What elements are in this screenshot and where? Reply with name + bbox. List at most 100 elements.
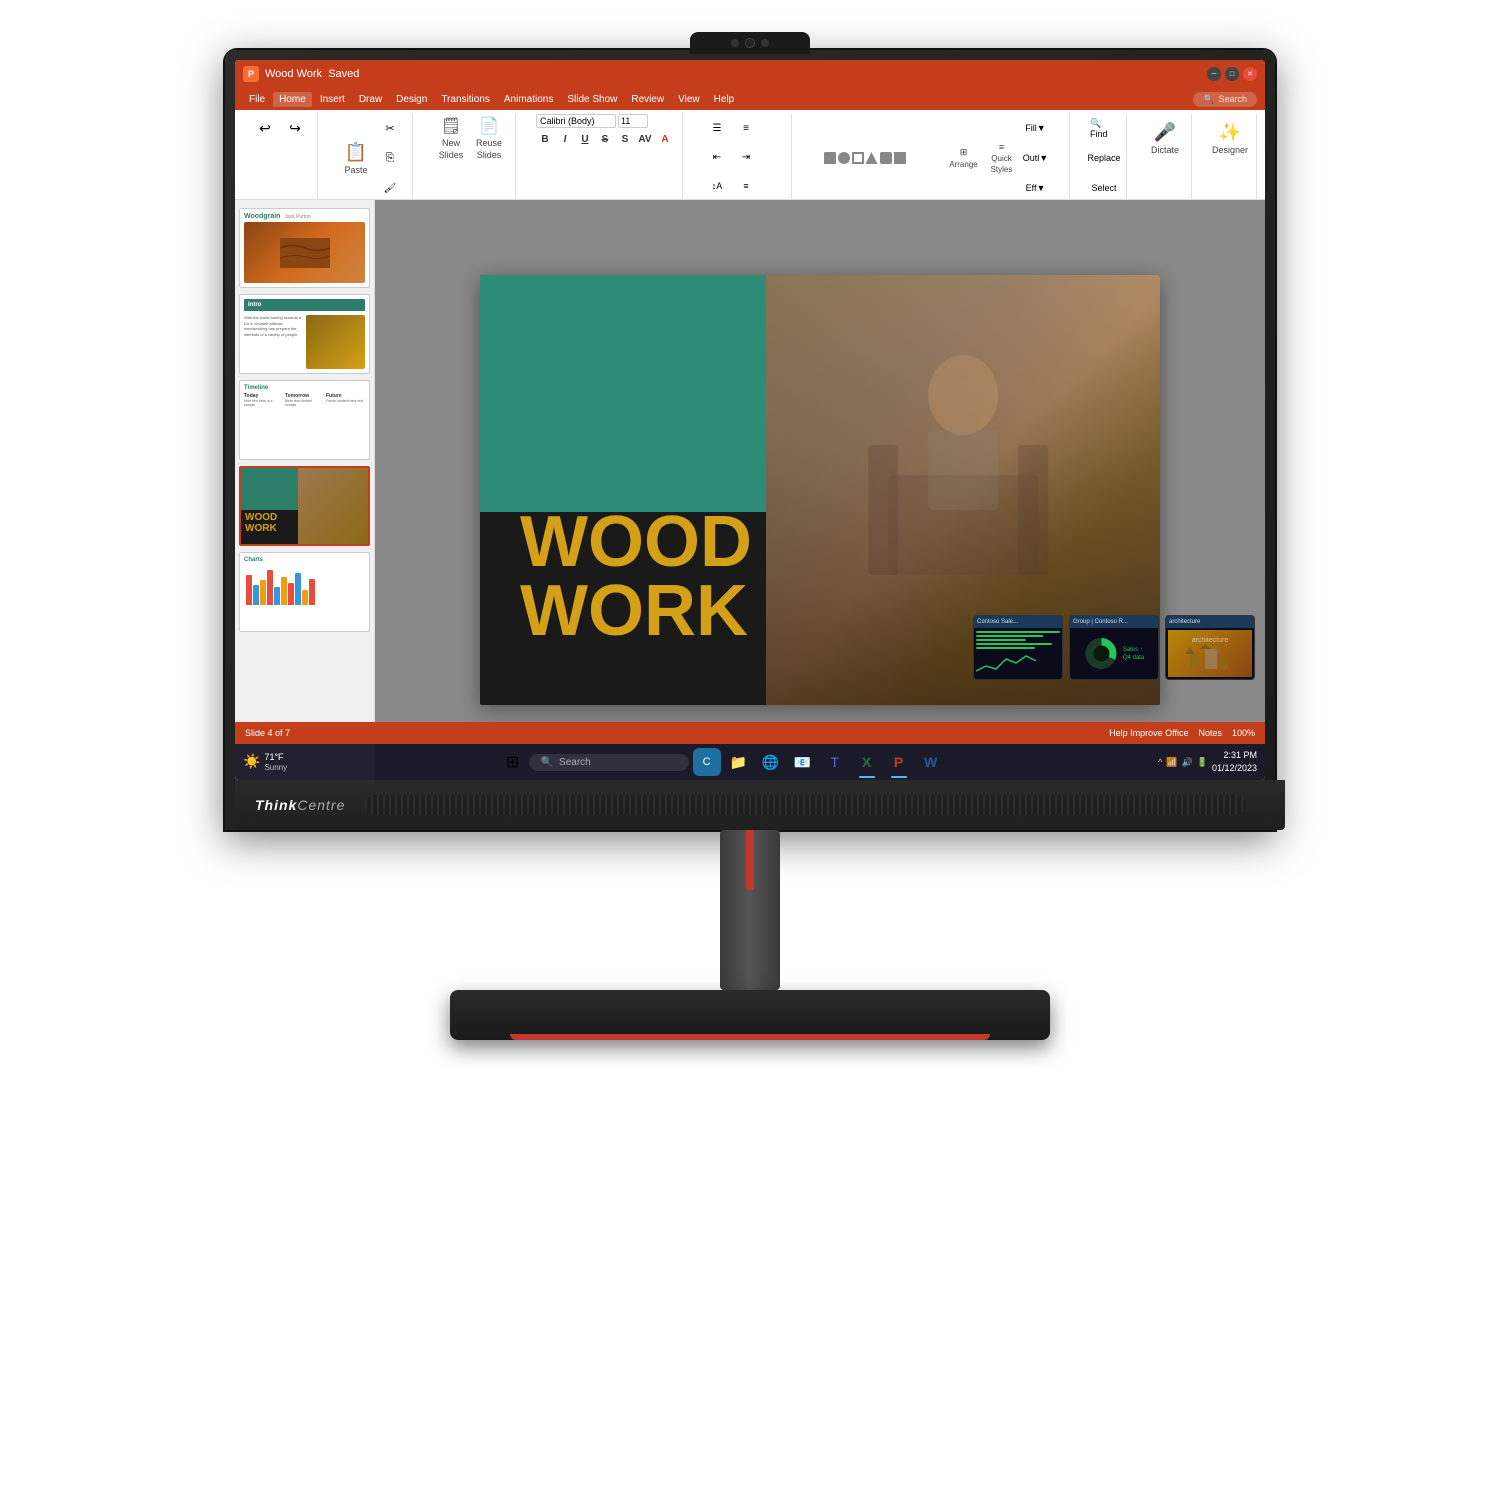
slide-panel[interactable]: 1 Woodgrain Jack Purton xyxy=(235,200,375,780)
strikethrough-button[interactable]: S xyxy=(596,130,614,148)
weather-icon: ☀️ xyxy=(243,753,260,770)
main-editing-area: 1 Woodgrain Jack Purton xyxy=(235,200,1265,780)
search-bar[interactable]: 🔍 Search xyxy=(1193,92,1257,107)
designer-button[interactable]: ✨ Designer xyxy=(1212,114,1248,162)
window-controls: ─ □ ✕ xyxy=(1207,67,1257,81)
menu-view[interactable]: View xyxy=(672,92,706,107)
shape-effects-button[interactable]: Eff▼ xyxy=(1022,174,1050,202)
shape-rounded-rect[interactable] xyxy=(880,152,892,164)
shape-fill-button[interactable]: Fill▼ xyxy=(1022,114,1050,142)
paste-button[interactable]: 📋 Paste xyxy=(338,134,374,182)
indent-inc-button[interactable]: ⇥ xyxy=(732,143,760,171)
font-name-select[interactable]: Calibri (Body) xyxy=(536,114,616,128)
slide-thumb-2[interactable]: 2 Intro With the world turning towards a… xyxy=(239,294,370,374)
find-button[interactable]: 🔍 Find xyxy=(1090,114,1118,142)
dictate-button[interactable]: 🎤 Dictate xyxy=(1147,114,1183,162)
weather-temp: 71°F xyxy=(264,752,287,763)
windows-start-button[interactable]: ⊞ xyxy=(501,750,525,774)
format-painter-button[interactable]: 🖌 xyxy=(376,174,404,202)
underline-button[interactable]: U xyxy=(576,130,594,148)
slide-thumb-1[interactable]: 1 Woodgrain Jack Purton xyxy=(239,208,370,288)
copy-button[interactable]: ⎘ xyxy=(376,144,404,172)
architecture-image: architecture xyxy=(1168,630,1252,677)
taskbar-app-powerpoint[interactable]: P xyxy=(885,748,913,776)
new-slide-button[interactable]: 🗒 New Slides xyxy=(433,114,469,162)
menu-design[interactable]: Design xyxy=(390,92,433,107)
menu-animations[interactable]: Animations xyxy=(498,92,559,107)
powerpoint-window: P Wood Work Saved ─ □ ✕ File Home xyxy=(235,60,1265,780)
screen: P Wood Work Saved ─ □ ✕ File Home xyxy=(235,60,1265,780)
menu-review[interactable]: Review xyxy=(625,92,670,107)
reuse-slides-button[interactable]: 📄 Reuse Slides xyxy=(471,114,507,162)
battery-icon[interactable]: 🔋 xyxy=(1197,757,1208,768)
taskbar-right: ^ 📶 🔊 🔋 2:31 PM 01/12/2023 xyxy=(1158,749,1257,774)
preview-architecture[interactable]: architecture architecture xyxy=(1165,615,1255,680)
italic-button[interactable]: I xyxy=(556,130,574,148)
shape-triangle[interactable] xyxy=(866,152,878,164)
taskbar-app-edge[interactable]: 🌐 xyxy=(757,748,785,776)
maximize-button[interactable]: □ xyxy=(1225,67,1239,81)
taskbar-app-contoso[interactable]: C xyxy=(693,748,721,776)
shadow-button[interactable]: S xyxy=(616,130,634,148)
align-text-button[interactable]: ≡ xyxy=(732,172,760,200)
select-button[interactable]: Select xyxy=(1090,174,1118,202)
webcam-bar xyxy=(690,32,810,54)
taskbar-app-excel[interactable]: X xyxy=(853,748,881,776)
preview-group-contoso[interactable]: Group | Contoso R... Sales xyxy=(1069,615,1159,680)
menu-insert[interactable]: Insert xyxy=(314,92,351,107)
text-direction-button[interactable]: ↕A xyxy=(703,172,731,200)
menu-file[interactable]: File xyxy=(243,92,271,107)
font-color-button[interactable]: A xyxy=(656,130,674,148)
stand-red-accent xyxy=(746,830,754,890)
indent-dec-button[interactable]: ⇤ xyxy=(703,143,731,171)
bullets-button[interactable]: ☰ xyxy=(703,114,731,142)
bold-button[interactable]: B xyxy=(536,130,554,148)
zoom-level: 100% xyxy=(1232,728,1255,738)
system-tray: ^ 📶 🔊 🔋 xyxy=(1158,757,1208,768)
stand-base-red-accent xyxy=(510,1034,990,1040)
taskbar-app-word[interactable]: W xyxy=(917,748,945,776)
char-spacing-button[interactable]: AV xyxy=(636,130,654,148)
minimize-button[interactable]: ─ xyxy=(1207,67,1221,81)
menu-home[interactable]: Home xyxy=(273,92,312,107)
slide-thumb-3[interactable]: 3 Timeline Today Note text here is a sam… xyxy=(239,380,370,460)
monitor-wrapper: P Wood Work Saved ─ □ ✕ File Home xyxy=(200,50,1300,1450)
notes-button[interactable]: Notes xyxy=(1198,728,1222,738)
preview-contoso-sales[interactable]: Contoso Sale... xyxy=(973,615,1063,680)
monitor-bezel: P Wood Work Saved ─ □ ✕ File Home xyxy=(225,50,1275,830)
menu-help[interactable]: Help xyxy=(708,92,741,107)
arrange-button[interactable]: ⊞Arrange xyxy=(946,134,982,182)
font-size-select[interactable]: 11 xyxy=(618,114,648,128)
menu-draw[interactable]: Draw xyxy=(353,92,388,107)
shape-other[interactable] xyxy=(894,152,906,164)
taskbar-app-files[interactable]: 📁 xyxy=(725,748,753,776)
ribbon: ↩ ↪ Undo 📋 Paste xyxy=(235,110,1265,200)
slide-thumb-5[interactable]: 5 Charts xyxy=(239,552,370,632)
taskbar-search[interactable]: 🔍 Search xyxy=(529,754,689,771)
chevron-up-icon[interactable]: ^ xyxy=(1158,757,1162,767)
menu-slideshow[interactable]: Slide Show xyxy=(561,92,623,107)
numbering-button[interactable]: ≡ xyxy=(732,114,760,142)
slide5-charts-label: Charts xyxy=(244,557,365,563)
menu-bar: File Home Insert Draw Design Transitions… xyxy=(235,88,1265,110)
volume-icon[interactable]: 🔊 xyxy=(1182,757,1193,768)
menu-transitions[interactable]: Transitions xyxy=(435,92,496,107)
shape-rect[interactable] xyxy=(824,152,836,164)
taskbar-center: ⊞ 🔍 Search C 📁 xyxy=(293,748,1152,776)
shape-line[interactable] xyxy=(852,152,864,164)
slide-thumb-4[interactable]: 4 WOODWORK xyxy=(239,466,370,546)
monitor-bottom-bezel: ThinkCentre xyxy=(235,780,1285,830)
quick-styles-button[interactable]: ≡QuickStyles xyxy=(984,134,1020,182)
search-icon: 🔍 xyxy=(1203,94,1214,105)
wifi-icon[interactable]: 📶 xyxy=(1166,757,1177,768)
redo-button[interactable]: ↪ xyxy=(281,114,309,142)
shape-outline-button[interactable]: Outl▼ xyxy=(1022,144,1050,172)
shape-circle[interactable] xyxy=(838,152,850,164)
taskbar-app-outlook[interactable]: 📧 xyxy=(789,748,817,776)
undo-button[interactable]: ↩ xyxy=(251,114,279,142)
taskbar-app-teams[interactable]: T xyxy=(821,748,849,776)
close-button[interactable]: ✕ xyxy=(1243,67,1257,81)
cut-button[interactable]: ✂ xyxy=(376,114,404,142)
replace-button[interactable]: Replace xyxy=(1090,144,1118,172)
search-icon: 🔍 xyxy=(541,757,553,768)
